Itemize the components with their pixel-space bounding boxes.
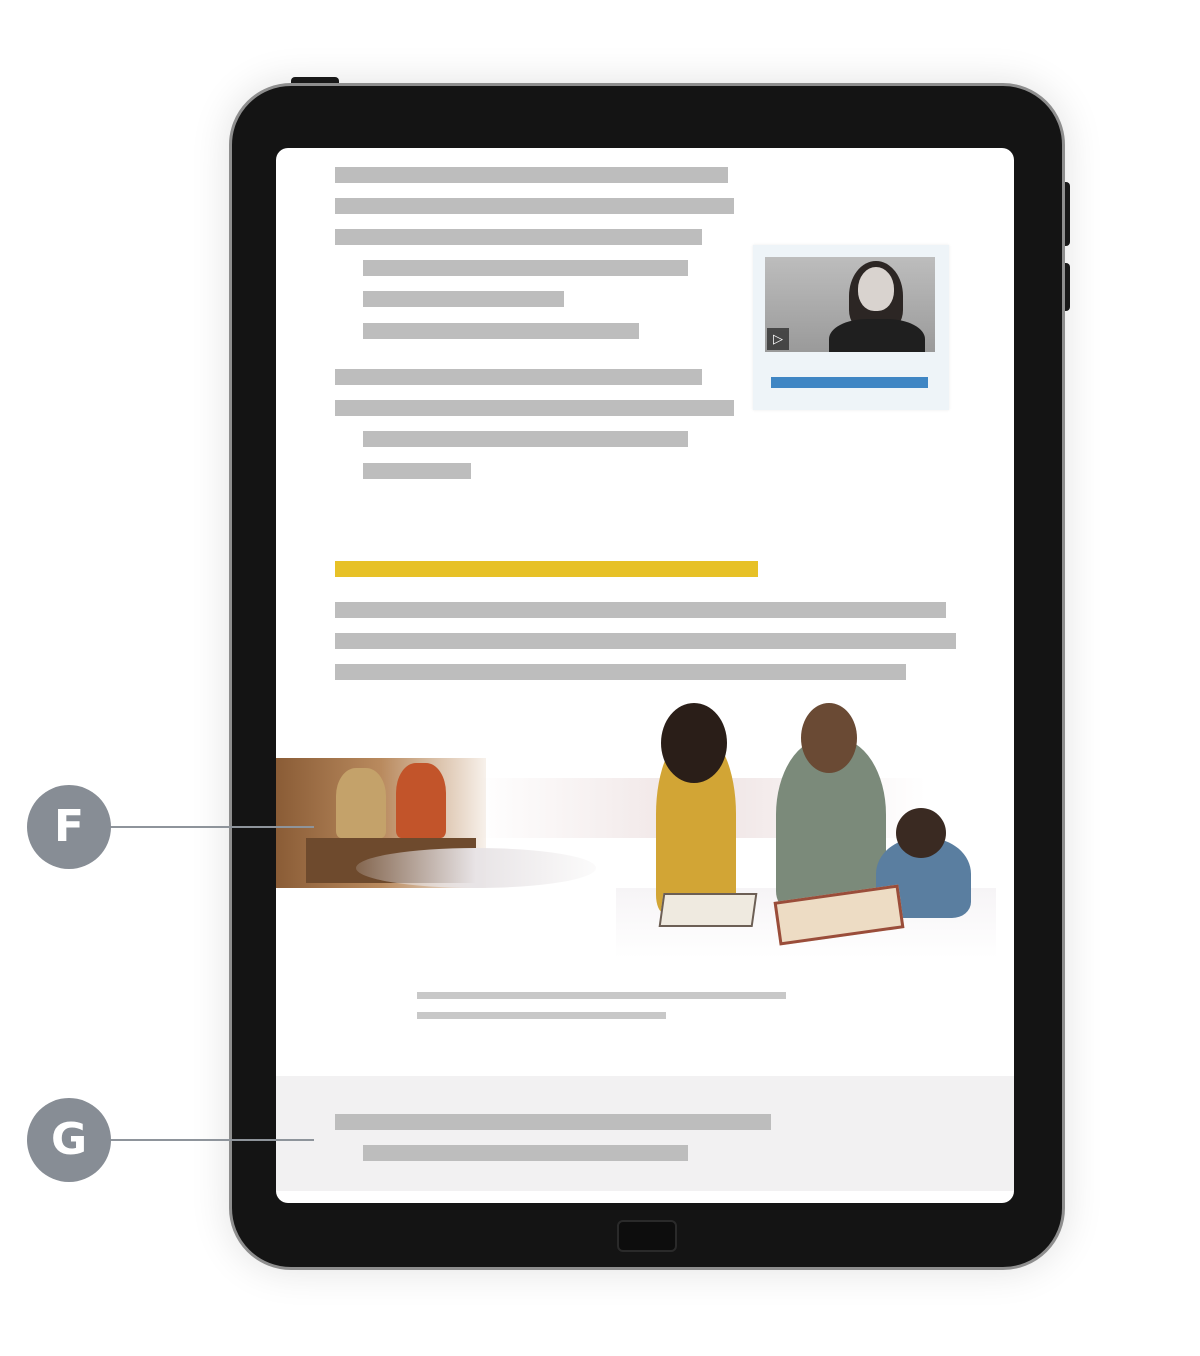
illustration-boy-hair	[896, 808, 946, 858]
text-line-indented	[363, 323, 639, 339]
text-line	[335, 369, 702, 385]
text-line-indented	[363, 463, 471, 479]
footer-section	[276, 1076, 1014, 1191]
text-line	[335, 400, 734, 416]
video-presenter-body	[829, 319, 925, 352]
video-title-bar[interactable]	[771, 377, 928, 388]
video-presenter-face	[858, 267, 894, 311]
text-line	[335, 198, 734, 214]
text-line	[335, 602, 946, 618]
text-line	[335, 167, 728, 183]
illustration-scripture-study	[276, 698, 1014, 968]
illustration-horse	[356, 848, 596, 888]
section-heading-highlight	[335, 561, 758, 577]
tablet-home-button	[617, 1220, 677, 1252]
callout-leader-line	[110, 826, 314, 828]
text-line	[335, 633, 956, 649]
text-line	[335, 229, 702, 245]
callout-badge-g: G	[27, 1098, 111, 1182]
text-line-indented	[363, 1145, 688, 1161]
play-icon[interactable]: ▷	[767, 328, 789, 350]
image-caption-line	[417, 1012, 666, 1019]
video-card[interactable]: ▷	[753, 245, 949, 410]
callout-leader-line	[110, 1139, 314, 1141]
illustration-mother-hair	[801, 703, 857, 773]
illustration-woman-hair	[661, 703, 727, 783]
illustration-figure	[396, 763, 446, 838]
callout-badge-f: F	[27, 785, 111, 869]
text-line	[335, 664, 906, 680]
text-line-indented	[363, 260, 688, 276]
illustration-figure	[336, 768, 386, 838]
video-player[interactable]: ▷	[765, 257, 935, 352]
image-caption-line	[417, 992, 786, 999]
text-line-indented	[363, 431, 688, 447]
illustration-open-book	[658, 893, 758, 927]
text-line-indented	[363, 291, 564, 307]
tablet-screen: ▷	[276, 148, 1014, 1203]
text-line	[335, 1114, 771, 1130]
